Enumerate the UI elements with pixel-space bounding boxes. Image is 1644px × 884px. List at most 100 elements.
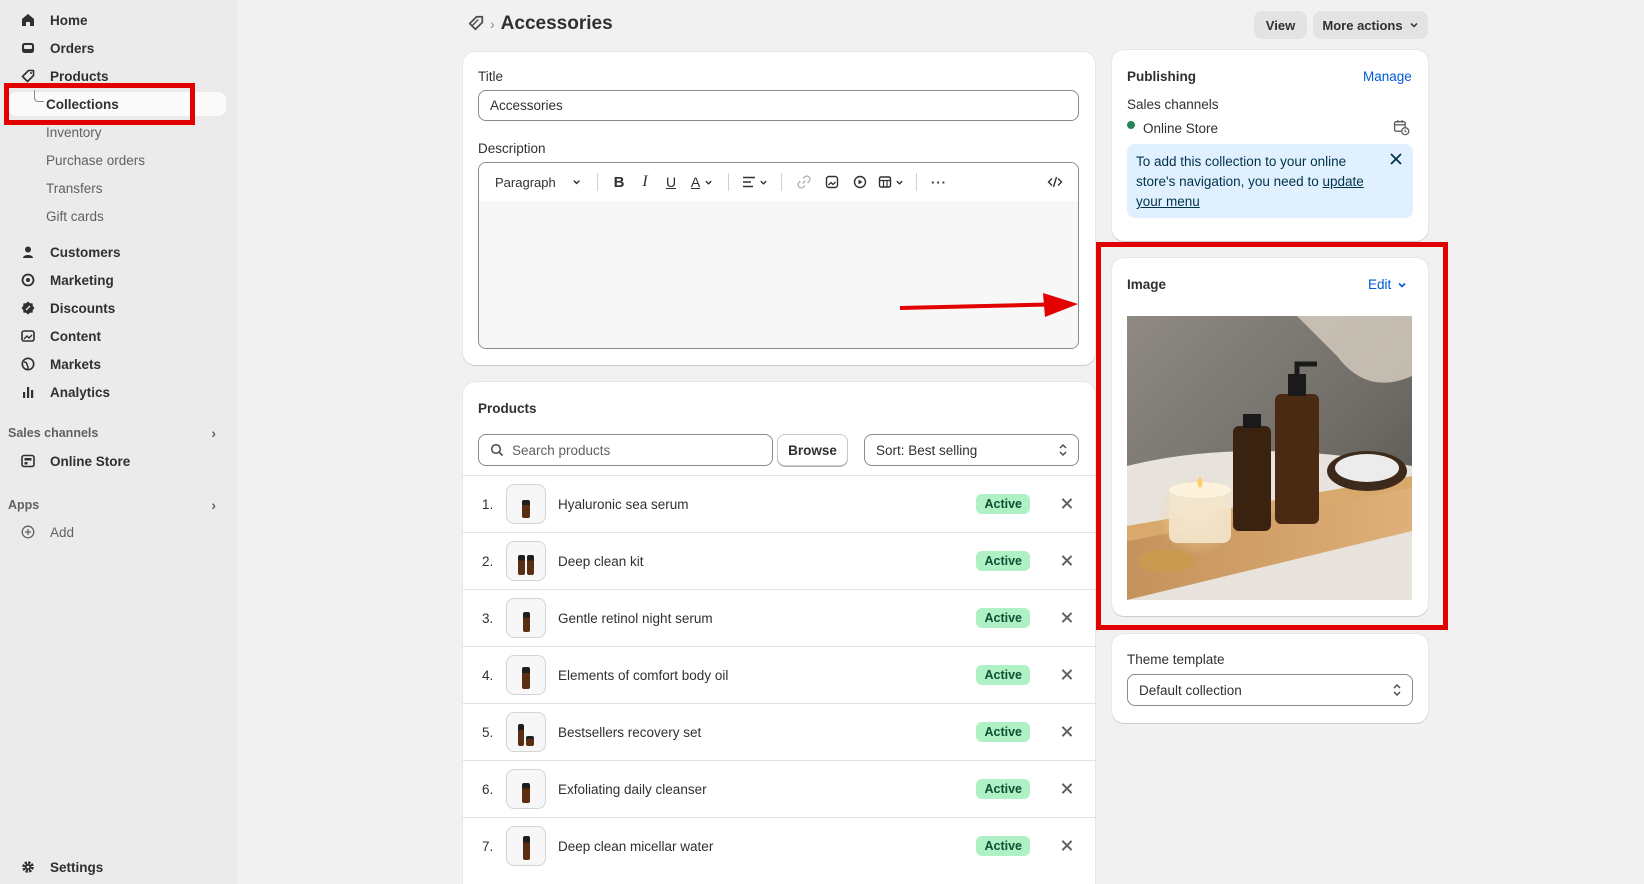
nav-discounts-label: Discounts: [50, 300, 116, 316]
toolbar-divider: [916, 173, 917, 191]
theme-template-value: Default collection: [1139, 682, 1242, 698]
product-thumbnail: [506, 655, 546, 695]
product-name[interactable]: Deep clean kit: [558, 554, 976, 569]
paragraph-format-select[interactable]: Paragraph: [495, 171, 581, 193]
product-position: 1.: [482, 496, 494, 512]
close-icon[interactable]: [1389, 152, 1403, 169]
apps-section[interactable]: Apps ›: [8, 497, 226, 513]
product-row[interactable]: 1. Hyaluronic sea serum Active: [463, 475, 1096, 532]
bold-icon[interactable]: B: [606, 171, 632, 193]
browse-button[interactable]: Browse: [777, 434, 848, 466]
nav-add-label: Add: [50, 524, 75, 540]
nav-add-app[interactable]: Add: [8, 519, 226, 545]
collection-tag-icon[interactable]: [468, 15, 484, 34]
nav-online-store[interactable]: Online Store: [8, 448, 226, 474]
product-row[interactable]: 7. Deep clean micellar water Active: [463, 817, 1096, 874]
product-row[interactable]: 3. Gentle retinol night serum Active: [463, 589, 1096, 646]
channel-status-dot: [1127, 121, 1135, 129]
remove-product-icon[interactable]: [1060, 497, 1074, 511]
schedule-calendar-icon[interactable]: [1393, 119, 1410, 139]
theme-template-select[interactable]: Default collection: [1127, 674, 1413, 706]
nav-products-label: Products: [50, 68, 109, 84]
product-position: 3.: [482, 610, 494, 626]
show-html-icon[interactable]: [1042, 171, 1068, 193]
product-thumbnail: [506, 541, 546, 581]
status-badge: Active: [976, 779, 1030, 799]
nav-marketing[interactable]: Marketing: [8, 267, 226, 293]
remove-product-icon[interactable]: [1060, 668, 1074, 682]
title-input[interactable]: Accessories: [478, 90, 1079, 121]
view-button[interactable]: View: [1254, 11, 1307, 39]
product-thumbnail: [506, 598, 546, 638]
nav-purchase-orders[interactable]: Purchase orders: [46, 148, 145, 172]
products-heading: Products: [478, 401, 537, 416]
nav-marketing-label: Marketing: [50, 272, 114, 288]
nav-home[interactable]: Home: [8, 7, 226, 33]
nav-orders[interactable]: Orders: [8, 35, 226, 61]
nav-markets[interactable]: Markets: [8, 351, 226, 377]
nav-customers[interactable]: Customers: [8, 239, 226, 265]
toolbar-divider: [728, 173, 729, 191]
annotation-highlight-image-card: [1096, 242, 1448, 630]
status-badge: Active: [976, 608, 1030, 628]
product-row[interactable]: 5. Bestsellers recovery set Active: [463, 703, 1096, 760]
remove-product-icon[interactable]: [1060, 725, 1074, 739]
remove-product-icon[interactable]: [1060, 782, 1074, 796]
nav-transfers[interactable]: Transfers: [46, 176, 103, 200]
sort-label: Sort: Best selling: [876, 442, 978, 458]
page-title: Accessories: [500, 13, 613, 34]
underline-icon[interactable]: U: [658, 171, 684, 193]
product-name[interactable]: Exfoliating daily cleanser: [558, 782, 976, 797]
search-icon: [490, 443, 504, 457]
manage-link[interactable]: Manage: [1363, 69, 1412, 84]
remove-product-icon[interactable]: [1060, 611, 1074, 625]
search-placeholder: Search products: [512, 442, 611, 458]
product-row[interactable]: 2. Deep clean kit Active: [463, 532, 1096, 589]
nav-settings[interactable]: Settings: [8, 854, 226, 880]
status-badge: Active: [976, 722, 1030, 742]
product-row[interactable]: 4. Elements of comfort body oil Active: [463, 646, 1096, 703]
product-row[interactable]: 6. Exfoliating daily cleanser Active: [463, 760, 1096, 817]
globe-icon: [20, 356, 36, 372]
more-actions-label: More actions: [1322, 17, 1403, 33]
home-icon: [20, 12, 36, 28]
sales-channels-heading: Sales channels: [8, 426, 99, 440]
sales-channels-section[interactable]: Sales channels ›: [8, 425, 226, 441]
nav-content[interactable]: Content: [8, 323, 226, 349]
page-header: › Accessories: [468, 10, 613, 38]
sort-select[interactable]: Sort: Best selling: [864, 434, 1079, 466]
product-name[interactable]: Deep clean micellar water: [558, 839, 976, 854]
annotation-highlight-collections: [4, 83, 195, 125]
nav-gift-cards[interactable]: Gift cards: [46, 204, 104, 228]
description-textarea[interactable]: [479, 201, 1078, 348]
product-name[interactable]: Hyaluronic sea serum: [558, 497, 976, 512]
person-icon: [20, 244, 36, 260]
product-name[interactable]: Elements of comfort body oil: [558, 668, 976, 683]
title-label: Title: [478, 69, 504, 84]
link-icon[interactable]: [790, 171, 818, 193]
toolbar-divider: [781, 173, 782, 191]
insert-video-icon[interactable]: [846, 171, 874, 193]
insert-image-icon[interactable]: [818, 171, 846, 193]
nav-analytics[interactable]: Analytics: [8, 379, 226, 405]
product-thumbnail: [506, 484, 546, 524]
breadcrumb-chevron-icon: ›: [490, 16, 495, 32]
more-formatting-icon[interactable]: ···: [925, 171, 953, 193]
align-icon[interactable]: [737, 171, 773, 193]
remove-product-icon[interactable]: [1060, 839, 1074, 853]
nav-discounts[interactable]: Discounts: [8, 295, 226, 321]
search-products-input[interactable]: Search products: [478, 434, 773, 466]
chevron-down-icon: [573, 180, 580, 185]
more-actions-button[interactable]: More actions: [1313, 11, 1428, 39]
insert-table-icon[interactable]: [874, 171, 908, 193]
product-name[interactable]: Bestsellers recovery set: [558, 725, 976, 740]
text-color-icon[interactable]: A: [684, 171, 720, 193]
italic-icon[interactable]: I: [632, 171, 658, 193]
select-arrows-icon: [1392, 683, 1402, 697]
product-name[interactable]: Gentle retinol night serum: [558, 611, 976, 626]
remove-product-icon[interactable]: [1060, 554, 1074, 568]
gear-icon: [20, 859, 36, 875]
nav-markets-label: Markets: [50, 356, 102, 372]
status-badge: Active: [976, 836, 1030, 856]
nav-customers-label: Customers: [50, 244, 121, 260]
